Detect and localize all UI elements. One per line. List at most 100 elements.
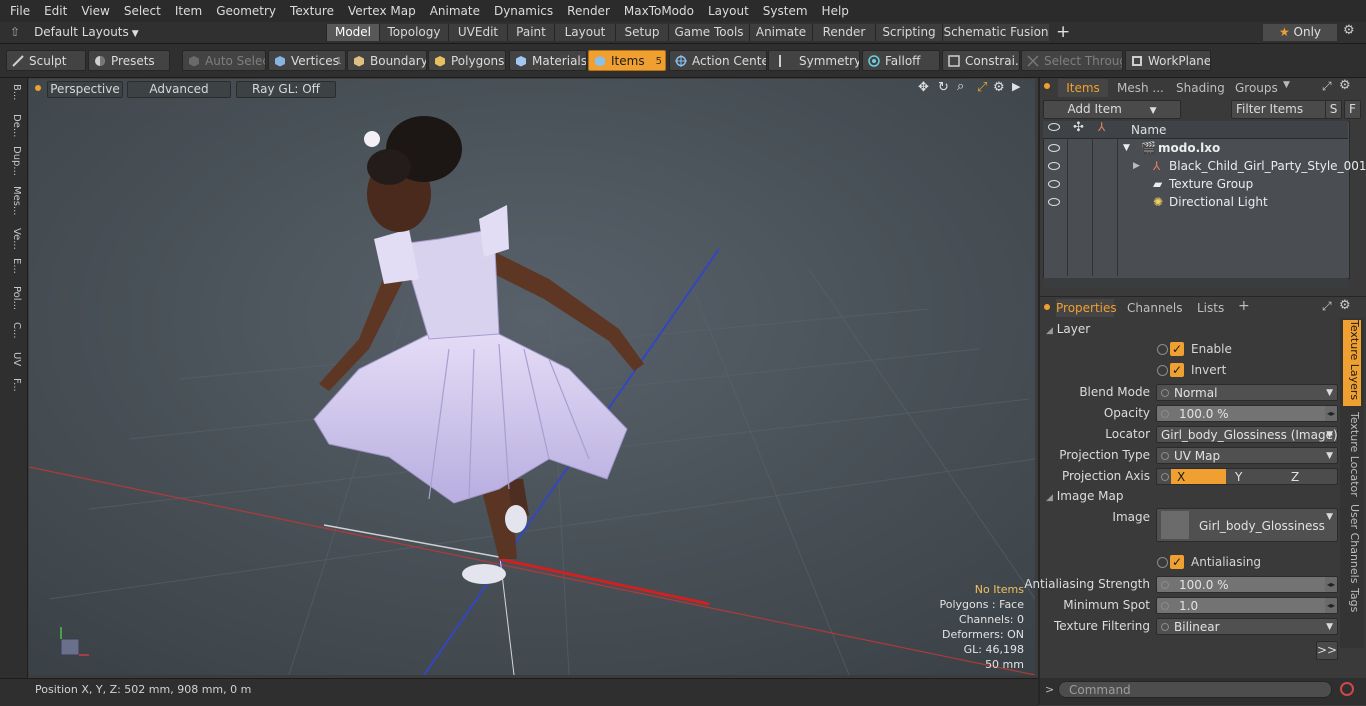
tab-animate[interactable]: Animate: [749, 24, 812, 41]
workplane-button[interactable]: WorkPlane: [1125, 50, 1211, 71]
sculpt-button[interactable]: Sculpt: [6, 50, 86, 71]
tab-scripting[interactable]: Scripting: [875, 24, 942, 41]
polygons-button[interactable]: Polygons: [428, 50, 506, 71]
slider-arrows-icon[interactable]: ◂▸: [1325, 406, 1337, 421]
menu-dynamics[interactable]: Dynamics: [487, 0, 560, 22]
s-button[interactable]: S: [1325, 100, 1342, 119]
settings-gear-icon[interactable]: ⚙: [1343, 23, 1355, 38]
collapse-arrow-icon[interactable]: ▶: [1133, 157, 1140, 175]
left-tab-basic[interactable]: B...: [4, 84, 22, 100]
left-tab-mesh-edit[interactable]: Mes...: [4, 186, 22, 216]
zoom-view-icon[interactable]: ⌕: [957, 79, 964, 94]
left-tab-fusion[interactable]: F...: [4, 378, 22, 392]
command-input[interactable]: Command: [1058, 681, 1332, 698]
select-through-button[interactable]: Select Through: [1021, 50, 1123, 71]
left-tab-uv[interactable]: UV: [4, 352, 22, 366]
menu-system[interactable]: System: [756, 0, 815, 22]
collapse-icon[interactable]: ⇧: [10, 25, 20, 39]
side-tab-user-channels[interactable]: User Channels: [1343, 504, 1361, 583]
tab-layout[interactable]: Layout: [554, 24, 615, 41]
falloff-button[interactable]: Falloff: [862, 50, 940, 71]
invert-checkbox[interactable]: ✓: [1170, 363, 1184, 377]
constraints-button[interactable]: Constrai...: [942, 50, 1020, 71]
min-spot-slider[interactable]: 1.0 ◂▸: [1156, 597, 1338, 614]
left-tab-deform[interactable]: De...: [4, 114, 22, 137]
advanced-dropdown[interactable]: Advanced: [127, 81, 231, 98]
perspective-dropdown[interactable]: Perspective: [47, 81, 123, 98]
items-scrollbar[interactable]: [1043, 278, 1348, 288]
panel-settings-icon[interactable]: ⚙: [1339, 298, 1351, 313]
tree-row-light[interactable]: ✺ Directional Light: [1043, 193, 1348, 211]
tab-mesh[interactable]: Mesh ...: [1117, 79, 1164, 97]
tab-topology[interactable]: Topology: [379, 24, 448, 41]
expand-panel-icon[interactable]: ⤢: [1322, 299, 1332, 314]
slider-arrows-icon[interactable]: ◂▸: [1325, 598, 1337, 613]
projection-type-dropdown[interactable]: UV Map ▼: [1156, 447, 1338, 464]
image-map-section-header[interactable]: ◢ Image Map: [1046, 489, 1123, 503]
left-tab-vertex[interactable]: Ve...: [4, 228, 22, 250]
menu-vertex-map[interactable]: Vertex Map: [341, 0, 423, 22]
name-column-header[interactable]: Name: [1131, 123, 1166, 137]
left-tab-duplicate[interactable]: Dup...: [4, 146, 22, 176]
side-tab-tags[interactable]: Tags: [1343, 588, 1361, 612]
play-triangle-icon[interactable]: ▶: [1012, 80, 1020, 93]
tab-setup[interactable]: Setup: [615, 24, 668, 41]
add-tab-icon[interactable]: +: [1238, 298, 1250, 314]
opacity-slider[interactable]: 100.0 % ◂▸: [1156, 405, 1338, 422]
collapse-arrow-icon[interactable]: ◢: [1046, 326, 1053, 336]
f-button[interactable]: F: [1344, 100, 1361, 119]
menu-animate[interactable]: Animate: [423, 0, 487, 22]
enable-state-dot[interactable]: [1157, 344, 1168, 355]
tab-groups[interactable]: Groups: [1235, 79, 1278, 97]
more-button[interactable]: >>: [1316, 641, 1338, 660]
auto-select-button[interactable]: Auto Select: [182, 50, 266, 71]
menu-maxtomodo[interactable]: MaxToModo: [617, 0, 701, 22]
move-view-icon[interactable]: ✥: [918, 80, 929, 95]
materials-button[interactable]: Materials: [509, 50, 587, 71]
menu-file[interactable]: File: [0, 0, 37, 22]
tabs-overflow-icon[interactable]: ▼: [1283, 80, 1290, 90]
antialiasing-state-dot[interactable]: [1157, 557, 1168, 568]
3d-viewport[interactable]: [29, 79, 1035, 675]
menu-render[interactable]: Render: [560, 0, 617, 22]
invert-state-dot[interactable]: [1157, 365, 1168, 376]
viewport-settings-icon[interactable]: ⚙: [993, 80, 1005, 95]
menu-edit[interactable]: Edit: [37, 0, 74, 22]
tab-render[interactable]: Render: [812, 24, 875, 41]
tab-lists[interactable]: Lists: [1197, 299, 1224, 317]
panel-settings-icon[interactable]: ⚙: [1339, 78, 1351, 93]
only-toggle[interactable]: ★ Only: [1263, 24, 1337, 41]
menu-layout[interactable]: Layout: [701, 0, 756, 22]
side-tab-texture-layers[interactable]: Texture Layers: [1343, 320, 1361, 406]
maximize-view-icon[interactable]: ⤢: [977, 80, 987, 95]
tab-model[interactable]: Model: [326, 24, 379, 41]
expand-arrow-icon[interactable]: ▼: [1123, 139, 1130, 157]
record-icon[interactable]: [1340, 682, 1354, 696]
layer-section-header[interactable]: ◢ Layer: [1046, 322, 1090, 336]
tab-items[interactable]: Items: [1058, 79, 1108, 97]
layouts-dropdown[interactable]: ⇧ Default Layouts ▼: [6, 24, 143, 41]
axis-x-button[interactable]: X: [1171, 469, 1226, 484]
side-tab-texture-locator[interactable]: Texture Locator: [1343, 412, 1361, 497]
image-dropdown[interactable]: Girl_body_Glossiness ▼: [1156, 508, 1338, 542]
add-tab-icon[interactable]: +: [1056, 22, 1070, 42]
tree-row-texture-group[interactable]: ▰ Texture Group: [1043, 175, 1348, 193]
raygl-toggle[interactable]: Ray GL: Off: [236, 81, 336, 98]
vertices-button[interactable]: Vertices 1: [268, 50, 346, 71]
tab-shading[interactable]: Shading: [1176, 79, 1225, 97]
blend-mode-dropdown[interactable]: Normal ▼: [1156, 384, 1338, 401]
presets-button[interactable]: Presets: [88, 50, 170, 71]
menu-select[interactable]: Select: [117, 0, 168, 22]
action-center-button[interactable]: Action Center: [669, 50, 767, 71]
left-tab-polygon[interactable]: Pol...: [4, 286, 22, 310]
tab-properties[interactable]: Properties: [1056, 299, 1117, 317]
axis-z-button[interactable]: Z: [1285, 469, 1337, 484]
texture-filtering-dropdown[interactable]: Bilinear ▼: [1156, 618, 1338, 635]
enable-checkbox[interactable]: ✓: [1170, 342, 1184, 356]
add-item-dropdown[interactable]: Add Item ▼: [1043, 100, 1181, 119]
menu-item[interactable]: Item: [168, 0, 209, 22]
symmetry-button[interactable]: Symmetry: [768, 50, 860, 71]
menu-geometry[interactable]: Geometry: [209, 0, 283, 22]
slider-arrows-icon[interactable]: ◂▸: [1325, 577, 1337, 592]
expand-panel-icon[interactable]: ⤢: [1322, 79, 1332, 94]
